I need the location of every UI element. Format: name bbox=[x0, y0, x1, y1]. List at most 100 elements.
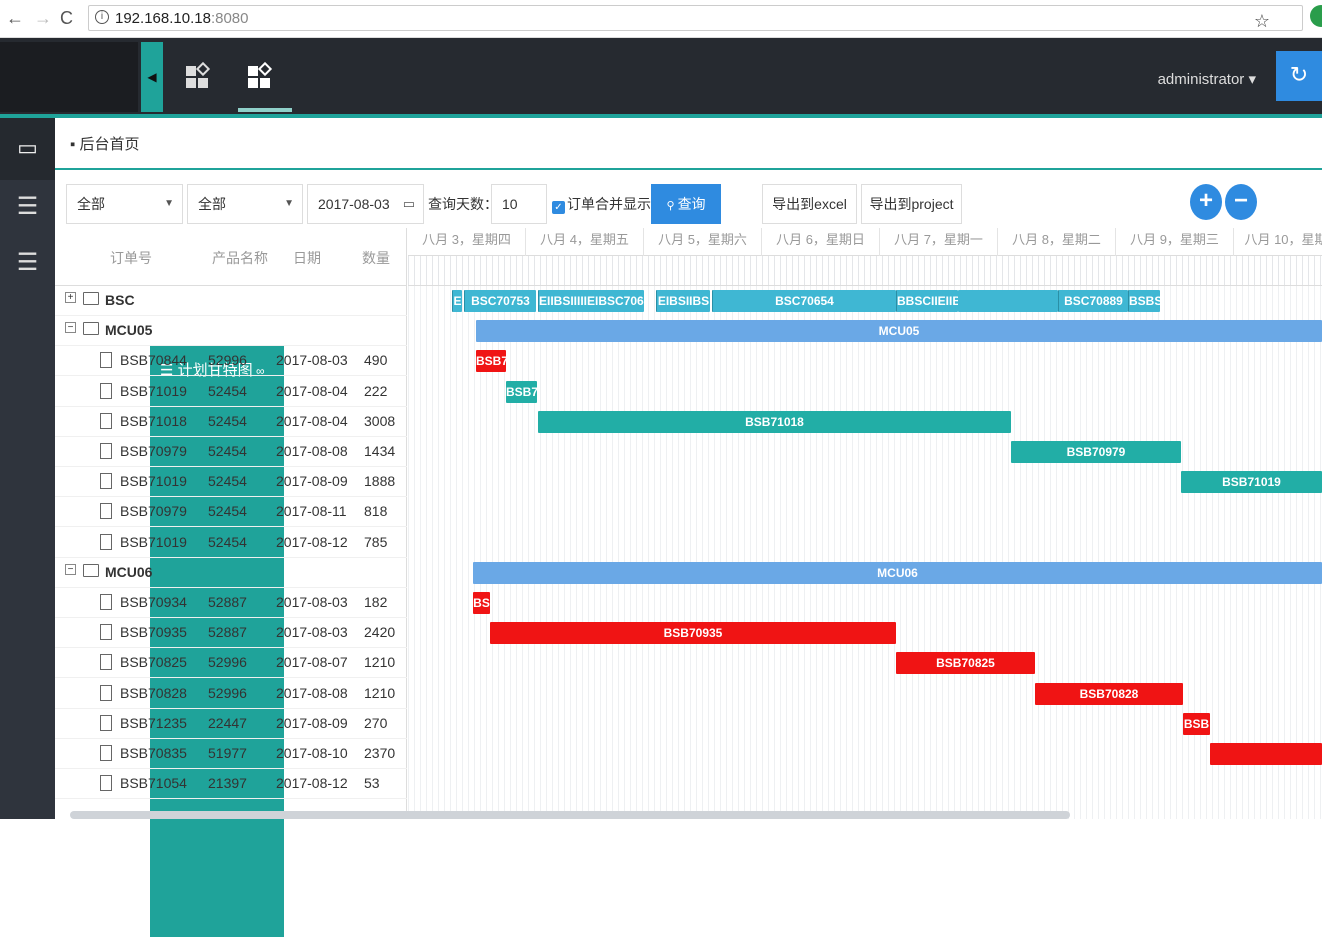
cell-order: BSB70934 bbox=[120, 594, 187, 610]
day-header: 八月 9，星期三 bbox=[1116, 228, 1234, 256]
collapse-icon[interactable]: − bbox=[65, 563, 76, 575]
date-input[interactable]: 2017-08-03 ▭ bbox=[307, 184, 424, 224]
tab-home-label: 后台首页 bbox=[79, 136, 140, 153]
gantt-task-bar[interactable]: BSB70825 bbox=[896, 652, 1035, 675]
collapse-icon[interactable]: − bbox=[65, 322, 76, 334]
table-row[interactable]: BSB71054 21397 2017-08-12 53 bbox=[55, 769, 407, 800]
tab-home[interactable]: ▪ 后台首页 bbox=[60, 120, 150, 170]
filter-select-1[interactable]: 全部 ▼ bbox=[66, 184, 183, 224]
gantt-bar-bsc[interactable]: BSC70889 bbox=[1058, 290, 1128, 312]
day-header: 八月 7，星期一 bbox=[880, 228, 998, 256]
gantt-bar-bsc[interactable]: BSC70753 bbox=[464, 290, 536, 312]
gantt-task-bar[interactable]: BSB70979 bbox=[1011, 441, 1181, 463]
address-bar[interactable]: i 192.168.10.18:8080 ☆ bbox=[88, 5, 1303, 31]
group-row[interactable]: − MCU06 bbox=[55, 558, 407, 588]
file-icon bbox=[100, 382, 112, 399]
table-row[interactable]: BSB71018 52454 2017-08-04 3008 bbox=[55, 407, 407, 437]
gantt-task-bar[interactable]: BSB71018 bbox=[538, 410, 1011, 433]
cell-date: 2017-08-09 bbox=[276, 714, 348, 731]
file-icon bbox=[100, 533, 112, 550]
cell-qty: 490 bbox=[364, 352, 388, 369]
group-row[interactable]: − MCU05 bbox=[55, 316, 407, 347]
folder-icon bbox=[83, 563, 99, 577]
gantt-task-bar[interactable]: BSB70828 bbox=[1035, 682, 1183, 705]
gantt-bar-bsc[interactable]: E bbox=[452, 290, 462, 312]
gantt-task-bar[interactable]: BSB bbox=[1183, 712, 1210, 735]
expand-icon[interactable]: + bbox=[65, 292, 76, 303]
back-icon[interactable]: ← bbox=[6, 8, 24, 29]
gantt-task-bar[interactable]: BSB71019 bbox=[1181, 471, 1322, 494]
table-row[interactable]: BSB71235 22447 2017-08-09 270 bbox=[55, 709, 407, 739]
gantt-bar-bsc[interactable]: EIIBSIIIIIEIBSC70641 bbox=[538, 290, 644, 312]
info-icon[interactable]: i bbox=[95, 10, 109, 24]
module-icon-1[interactable] bbox=[186, 61, 211, 90]
horizontal-scrollbar[interactable] bbox=[70, 811, 1070, 819]
file-icon bbox=[100, 352, 112, 369]
cell-order: BSB70935 bbox=[120, 624, 187, 641]
cell-order: BSB71235 bbox=[120, 714, 187, 731]
module-icon-2[interactable] bbox=[248, 61, 273, 90]
day-header: 八月 8，星期二 bbox=[998, 228, 1116, 256]
gantt-bar-bsc[interactable]: BSBSB bbox=[1128, 290, 1160, 312]
gantt-bar-bsc[interactable] bbox=[958, 290, 1058, 312]
filter1-value: 全部 bbox=[77, 196, 105, 212]
extension-icon[interactable] bbox=[1310, 5, 1322, 27]
table-row[interactable]: BSB70935 52887 2017-08-03 2420 bbox=[55, 618, 407, 649]
days-value: 10 bbox=[502, 196, 518, 212]
gantt-task-bar[interactable]: BSB70935 bbox=[490, 622, 896, 645]
gantt-task-bar[interactable]: BSB7 bbox=[476, 350, 506, 373]
filter-select-2[interactable]: 全部 ▼ bbox=[187, 184, 303, 224]
merge-checkbox[interactable]: ✓ 订单合并显示 bbox=[552, 194, 651, 214]
menu-icon-2[interactable]: ☰ bbox=[0, 248, 55, 277]
refresh-button[interactable]: ↻ bbox=[1276, 51, 1322, 101]
table-row[interactable]: BSB70979 52454 2017-08-08 1434 bbox=[55, 437, 407, 467]
gantt-task-bar[interactable]: BSB7 bbox=[506, 380, 537, 403]
table-row[interactable]: BSB70979 52454 2017-08-11 818 bbox=[55, 497, 407, 528]
group-row[interactable]: + BSC bbox=[55, 286, 407, 316]
menu-icon-1[interactable]: ☰ bbox=[0, 192, 55, 221]
zoom-in-button[interactable]: + bbox=[1190, 184, 1222, 220]
gantt-task-bar[interactable] bbox=[1210, 743, 1322, 765]
reload-icon[interactable]: C bbox=[60, 8, 73, 29]
cell-order: BSB70835 bbox=[120, 745, 187, 761]
cell-order: BSB70979 bbox=[120, 503, 187, 520]
table-row[interactable]: BSB70825 52996 2017-08-07 1210 bbox=[55, 648, 407, 679]
table-row[interactable]: BSB70828 52996 2017-08-08 1210 bbox=[55, 679, 407, 709]
merge-label: 订单合并显示 bbox=[567, 196, 651, 212]
table-row[interactable]: BSB70835 51977 2017-08-10 2370 bbox=[55, 739, 407, 769]
gantt-task-bar[interactable]: BS bbox=[473, 592, 490, 614]
logo-area bbox=[0, 42, 138, 112]
export-project-button[interactable]: 导出到project bbox=[861, 184, 962, 224]
gantt-group-bar[interactable]: MCU06 bbox=[473, 561, 1322, 584]
user-menu[interactable]: administrator ▾ bbox=[1158, 70, 1256, 88]
table-row[interactable]: BSB70934 52887 2017-08-03 182 bbox=[55, 588, 407, 618]
zoom-out-button[interactable]: − bbox=[1225, 184, 1257, 220]
table-row[interactable]: BSB71019 52454 2017-08-09 1888 bbox=[55, 467, 407, 498]
table-row[interactable]: BSB70844 52996 2017-08-03 490 bbox=[55, 346, 407, 377]
table-row[interactable]: BSB71019 52454 2017-08-04 222 bbox=[55, 377, 407, 407]
browser-bar: ← → C i 192.168.10.18:8080 ☆ bbox=[0, 0, 1322, 38]
table-row[interactable]: BSB71019 52454 2017-08-12 785 bbox=[55, 528, 407, 558]
gantt-group-bar[interactable]: MCU05 bbox=[476, 320, 1322, 343]
bookmark-star-icon[interactable]: ☆ bbox=[1254, 11, 1270, 32]
col-product: 产品名称 bbox=[212, 250, 268, 266]
cell-date: 2017-08-08 bbox=[276, 684, 348, 701]
forward-icon[interactable]: → bbox=[34, 8, 52, 29]
gantt-bar-bsc[interactable]: EIBSIIBS bbox=[656, 290, 710, 312]
cell-date: 2017-08-03 bbox=[276, 352, 348, 369]
cell-qty: 1210 bbox=[364, 684, 396, 701]
search-button[interactable]: ⚲ 查询 bbox=[651, 184, 721, 224]
caret-down-icon: ▾ bbox=[1248, 71, 1256, 88]
cell-qty: 1210 bbox=[364, 654, 396, 671]
sidebar-collapse-button[interactable]: ◀ bbox=[141, 42, 163, 112]
export-excel-button[interactable]: 导出到excel bbox=[762, 184, 857, 224]
cell-date: 2017-08-03 bbox=[276, 624, 348, 641]
gantt-day-header: 八月 3，星期四 八月 4，星期五 八月 5，星期六 八月 6，星期日 八月 7，星期一… bbox=[408, 228, 1322, 256]
days-input[interactable]: 10 bbox=[491, 184, 547, 224]
gantt-bar-bsc[interactable]: BBSCIIEIIBSC70657IIIBSIB bbox=[896, 290, 958, 312]
checkbox-checked-icon: ✓ bbox=[552, 201, 565, 214]
day-header: 八月 6，星期日 bbox=[762, 228, 880, 256]
gantt-bar-bsc[interactable]: BSC70654 bbox=[712, 290, 896, 312]
store-icon[interactable]: ▭ bbox=[0, 118, 55, 180]
file-icon bbox=[100, 503, 112, 520]
